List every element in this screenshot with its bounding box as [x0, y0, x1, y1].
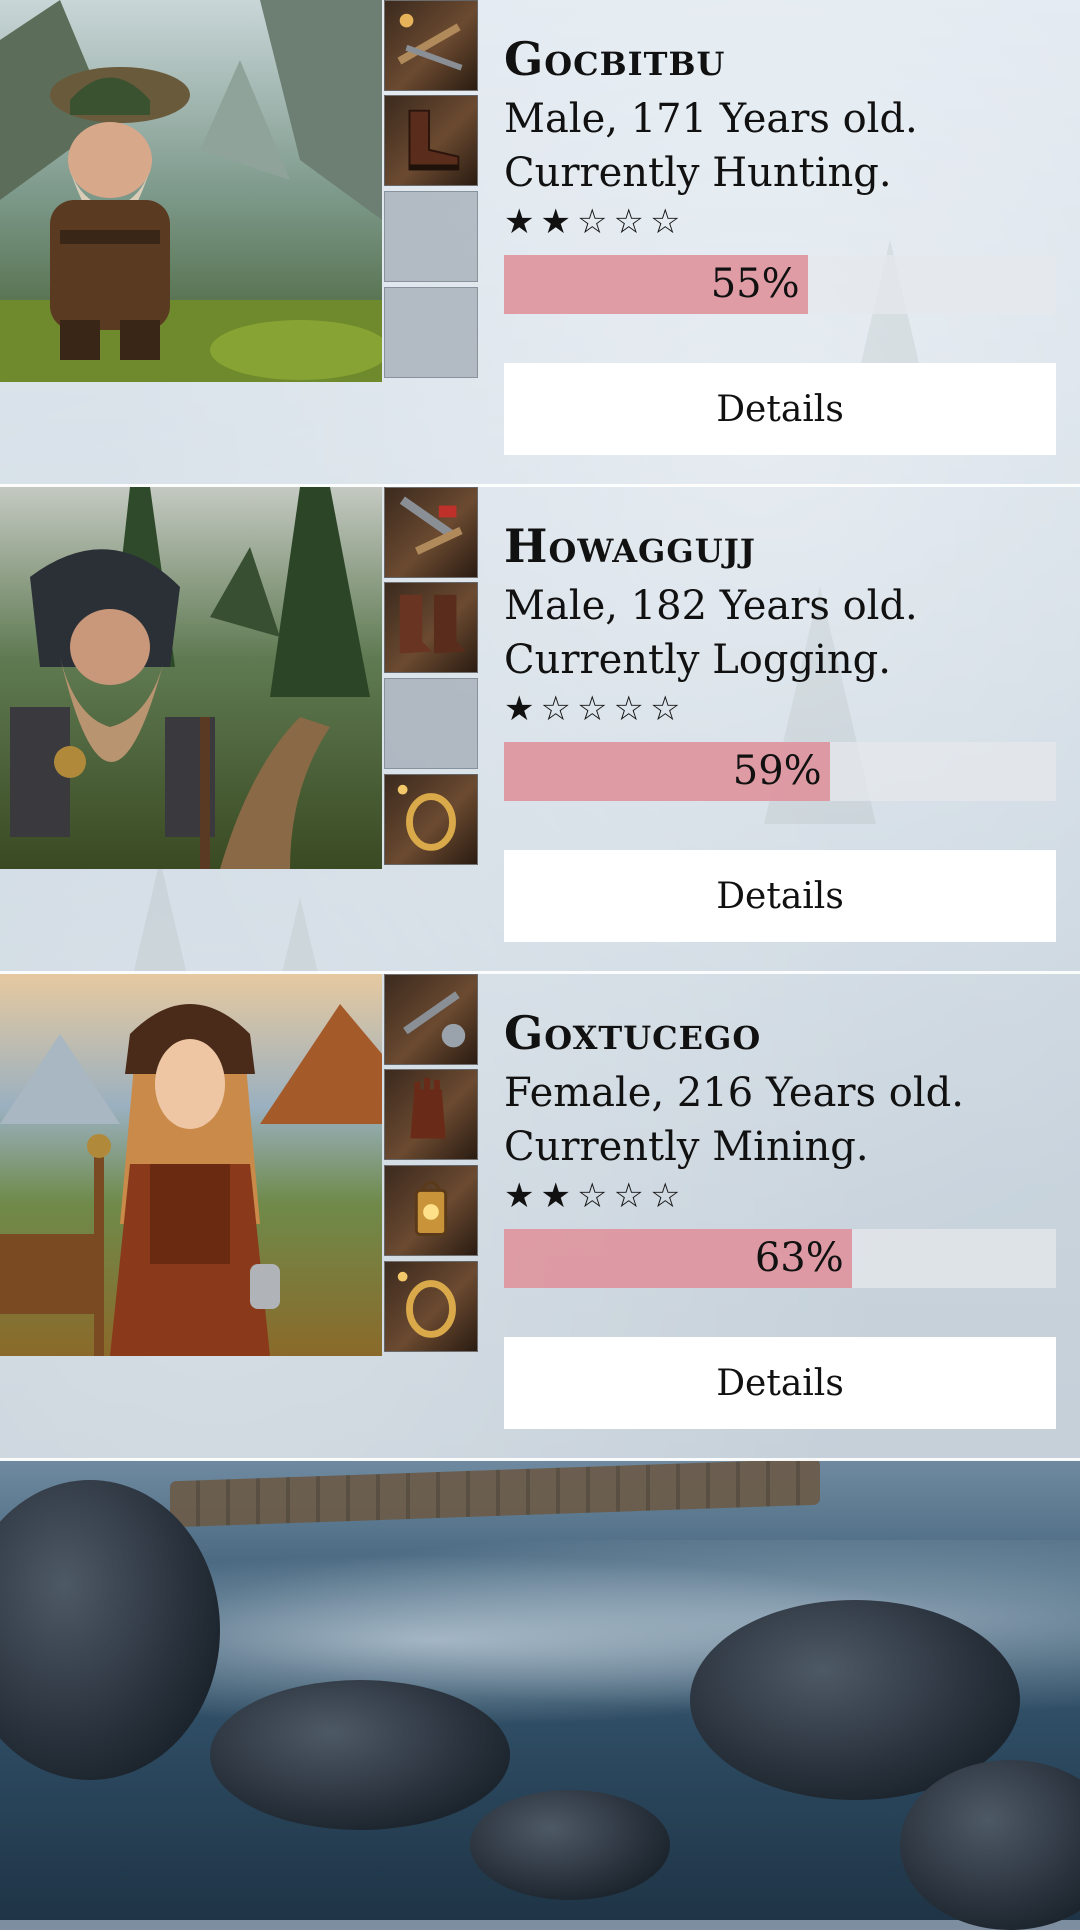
equipment-slot[interactable]	[384, 1261, 478, 1352]
equipment-slots	[382, 487, 480, 869]
equipment-slots	[382, 0, 480, 382]
background-rock	[210, 1680, 510, 1830]
tools-icon	[403, 991, 466, 1048]
details-button[interactable]: Details	[504, 850, 1056, 942]
ring-icon	[397, 1271, 456, 1338]
character-name: Gocbitbu	[504, 32, 726, 86]
character-portrait[interactable]	[0, 487, 382, 869]
lantern-icon	[414, 1180, 448, 1236]
star-filled-icon: ★	[540, 1176, 577, 1216]
equipment-slot[interactable]	[384, 0, 478, 91]
star-empty-icon: ☆	[576, 1176, 614, 1216]
equipment-slot[interactable]	[384, 95, 478, 186]
star-filled-icon: ★	[540, 202, 577, 242]
star-empty-icon: ☆	[649, 202, 687, 242]
equipment-slot-empty[interactable]	[384, 191, 478, 282]
character-portrait[interactable]	[0, 0, 382, 382]
star-filled-icon: ★	[504, 202, 541, 242]
background-rock	[470, 1790, 670, 1900]
character-name: Howaggujj	[504, 519, 756, 573]
character-portrait[interactable]	[0, 974, 382, 1356]
progress-bar: 59%	[504, 742, 1056, 801]
equipment-slots	[382, 974, 480, 1356]
character-card: Goxtucego Female, 216 Years old. Current…	[0, 974, 1080, 1461]
boots-icon	[399, 594, 467, 654]
star-empty-icon: ☆	[613, 1176, 650, 1216]
progress-label: 55%	[710, 261, 800, 307]
character-activity: Currently Logging.	[504, 637, 891, 683]
star-filled-icon: ★	[504, 1176, 541, 1216]
character-age: Female, 216 Years old.	[504, 1070, 964, 1116]
equipment-slot[interactable]	[384, 1069, 478, 1160]
equipment-slot[interactable]	[384, 774, 478, 865]
star-empty-icon: ☆	[540, 689, 577, 729]
character-card: Gocbitbu Male, 171 Years old. Currently …	[0, 0, 1080, 487]
details-button[interactable]: Details	[504, 1337, 1056, 1429]
star-empty-icon: ☆	[613, 689, 650, 729]
equipment-slot[interactable]	[384, 487, 478, 578]
star-rating: ★★☆☆☆	[504, 202, 686, 242]
character-age: Male, 171 Years old.	[504, 96, 918, 142]
equipment-slot[interactable]	[384, 974, 478, 1065]
character-activity: Currently Hunting.	[504, 150, 892, 196]
star-empty-icon: ☆	[649, 689, 687, 729]
star-rating: ★★☆☆☆	[504, 1176, 686, 1216]
character-activity: Currently Mining.	[504, 1124, 869, 1170]
star-rating: ★☆☆☆☆	[504, 689, 686, 729]
star-empty-icon: ☆	[576, 202, 614, 242]
character-card: Howaggujj Male, 182 Years old. Currently…	[0, 487, 1080, 974]
ring-icon	[397, 784, 456, 851]
character-name: Goxtucego	[504, 1006, 762, 1060]
progress-label: 63%	[754, 1235, 844, 1281]
equipment-slot[interactable]	[384, 1165, 478, 1256]
progress-label: 59%	[732, 748, 822, 794]
progress-bar: 55%	[504, 255, 1056, 314]
equipment-slot-empty[interactable]	[384, 678, 478, 769]
elf-portrait-image	[0, 974, 382, 1356]
star-empty-icon: ☆	[576, 689, 614, 729]
tools-icon	[397, 13, 463, 71]
gloves-icon	[410, 1077, 446, 1139]
dwarf-portrait-image	[0, 0, 382, 382]
star-empty-icon: ☆	[649, 1176, 687, 1216]
details-button[interactable]: Details	[504, 363, 1056, 455]
dwarf-portrait-image	[0, 487, 382, 869]
tools-icon	[399, 496, 463, 555]
character-age: Male, 182 Years old.	[504, 583, 918, 629]
star-empty-icon: ☆	[613, 202, 650, 242]
equipment-slot-empty[interactable]	[384, 287, 478, 378]
progress-bar: 63%	[504, 1229, 1056, 1288]
boots-icon	[408, 109, 460, 171]
equipment-slot[interactable]	[384, 582, 478, 673]
star-filled-icon: ★	[504, 689, 541, 729]
